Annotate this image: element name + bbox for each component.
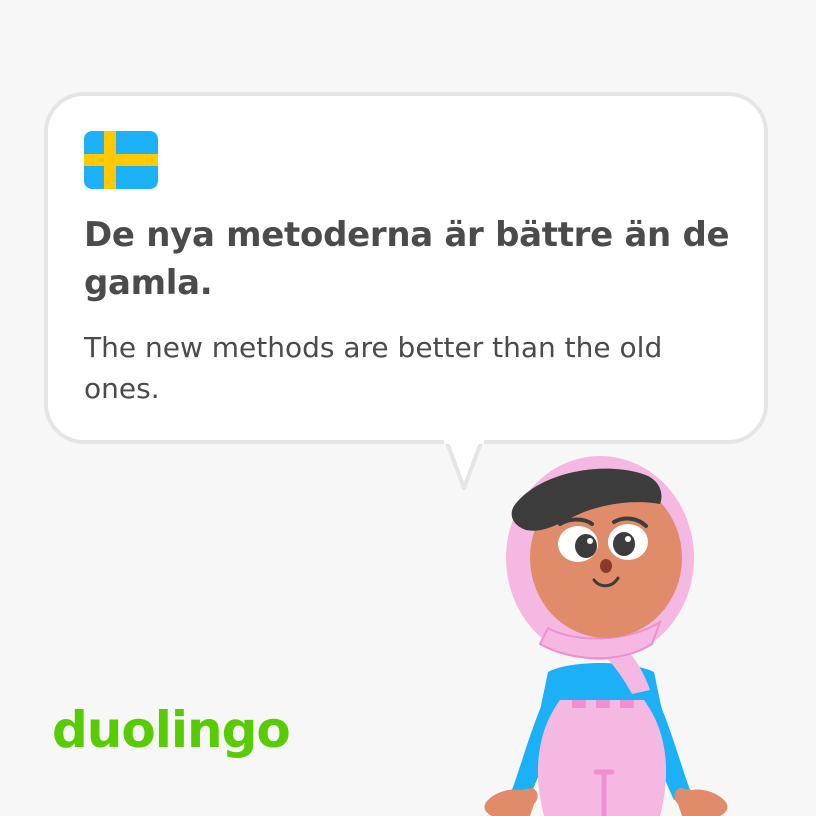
left-pupil [575, 534, 597, 558]
left-hand [484, 788, 538, 816]
belt-loop-right [620, 700, 634, 708]
left-eye-shine [587, 538, 593, 544]
belt-loop-mid [596, 700, 610, 708]
lily-character-illustration [484, 456, 728, 816]
duolingo-logo: duolingo [52, 701, 291, 759]
target-sentence: De nya metoderna är bättre än de gamla. [84, 215, 730, 303]
nose [600, 559, 612, 573]
right-pupil [613, 532, 635, 556]
translation-text: The new methods are better than the old … [84, 331, 663, 405]
belt-loop-left [572, 700, 586, 708]
right-eye-shine [625, 536, 631, 542]
right-hand [674, 788, 728, 816]
sweden-flag-icon [84, 131, 158, 189]
